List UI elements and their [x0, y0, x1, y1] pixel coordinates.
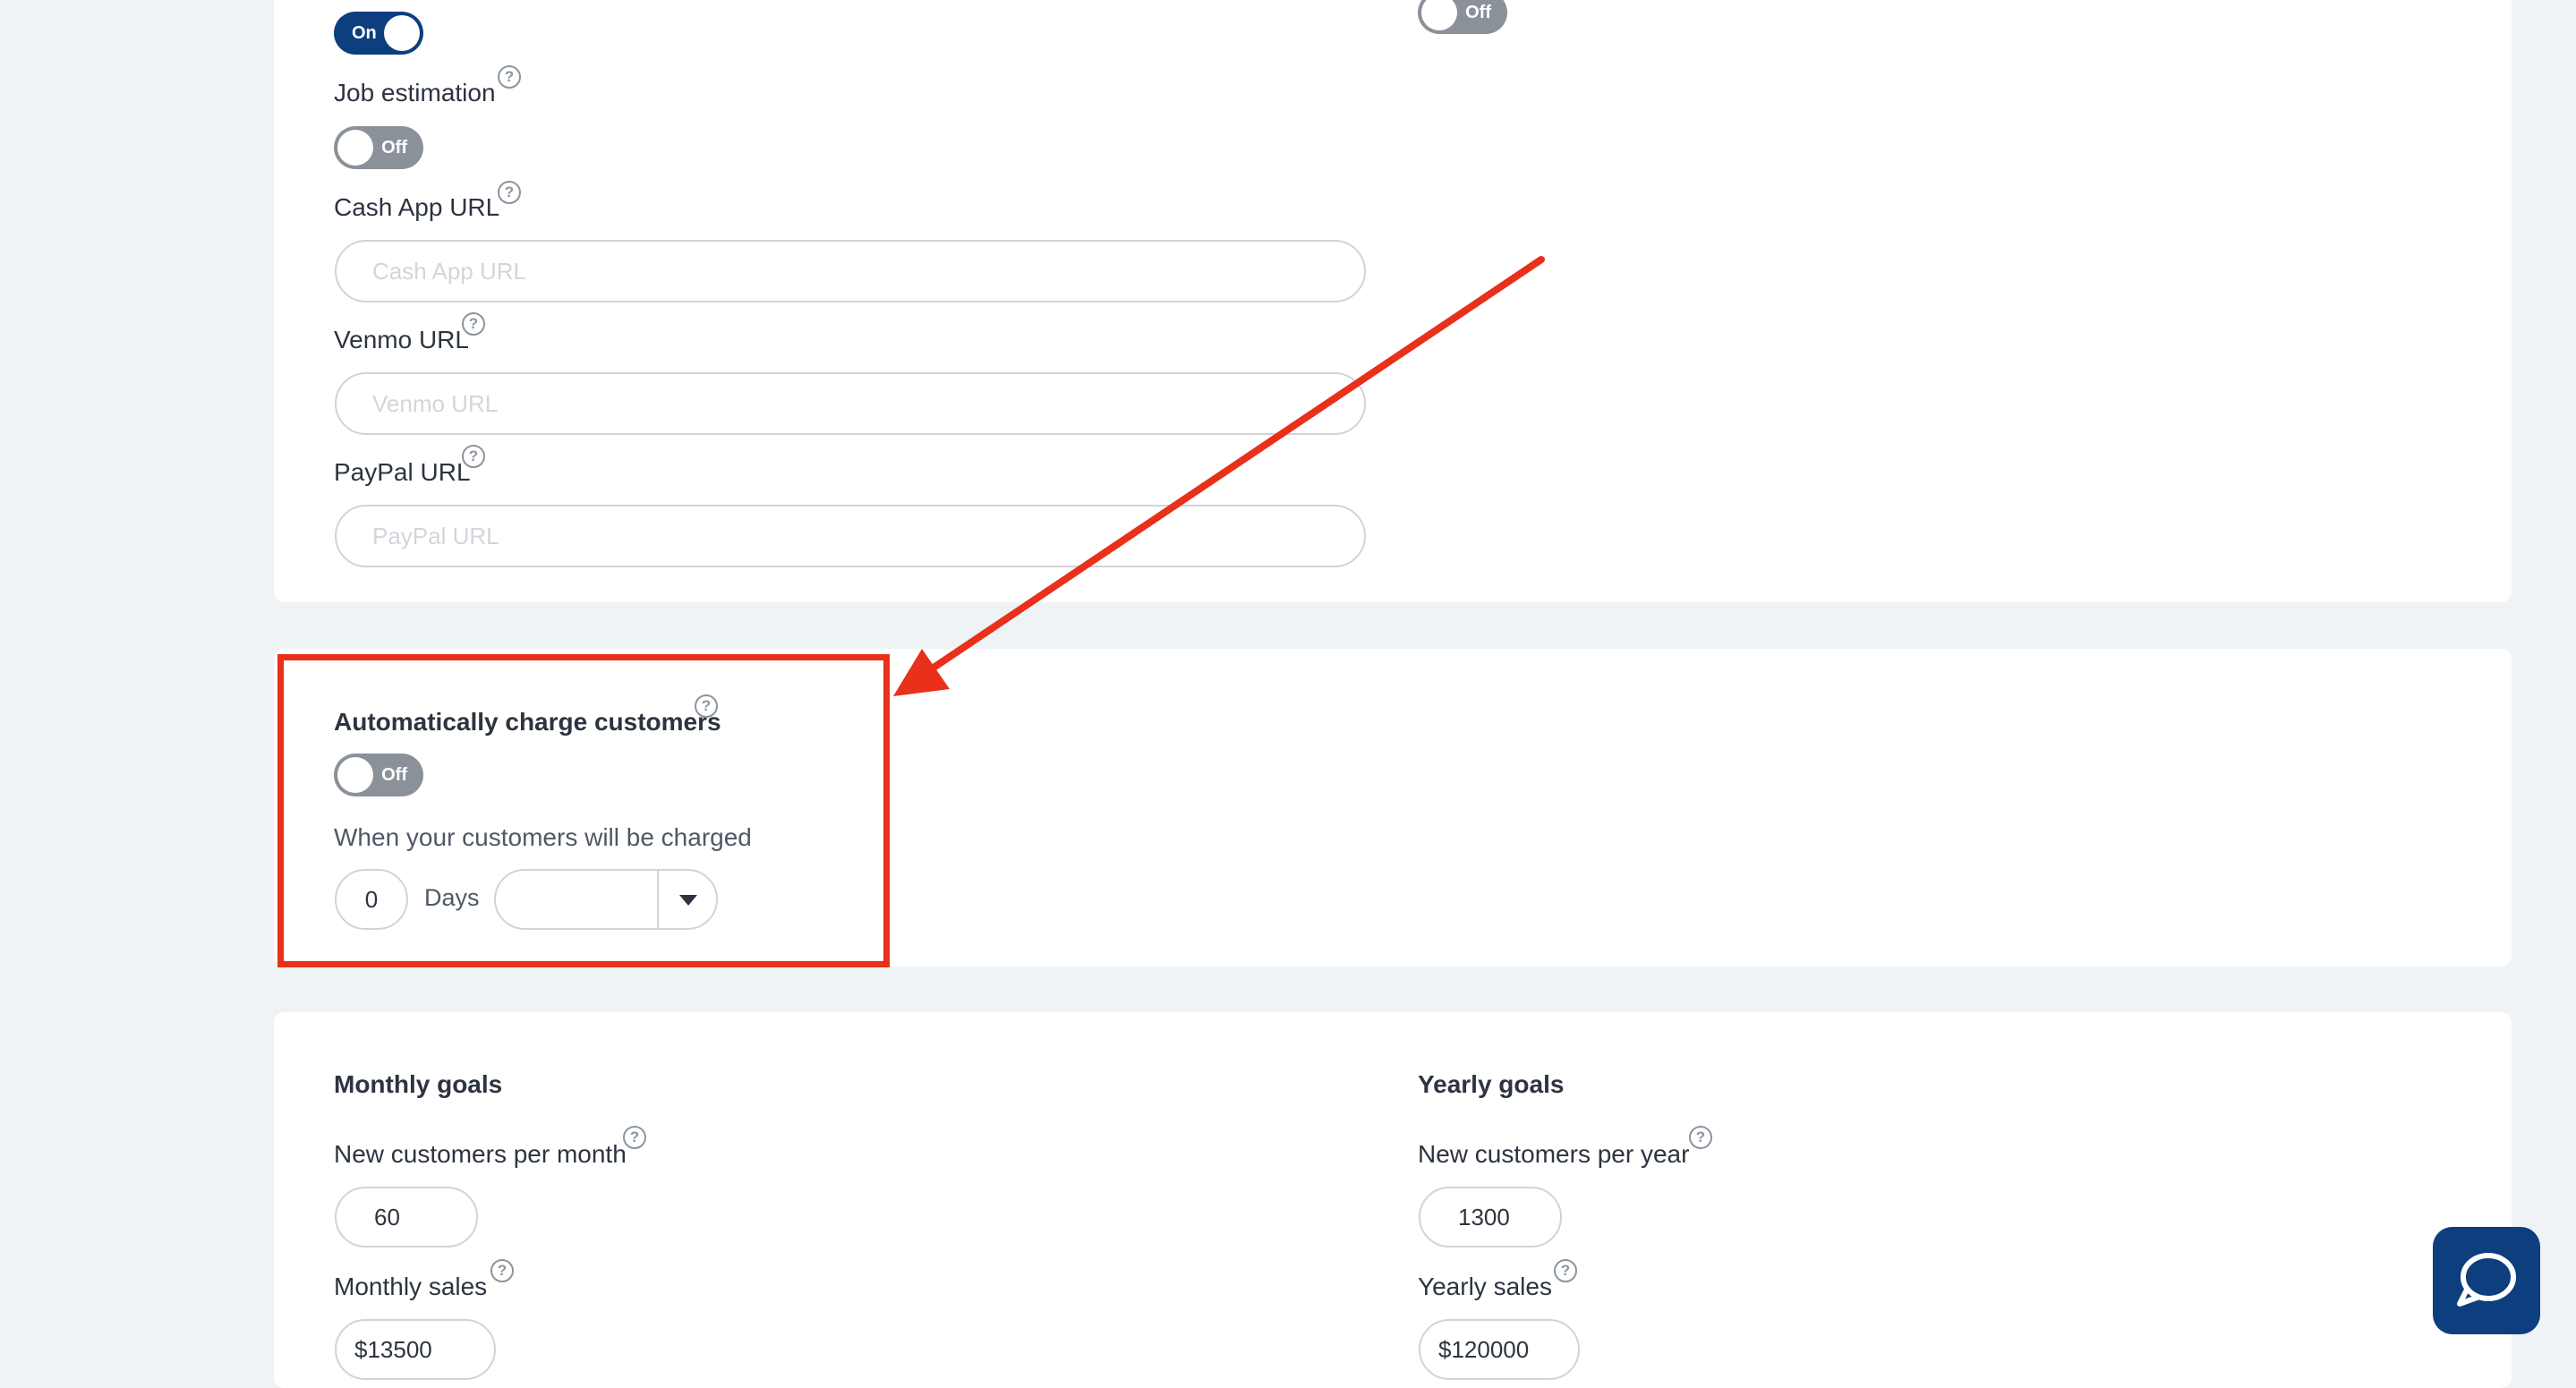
chat-bubble-icon — [2457, 1253, 2516, 1307]
red-arrow-icon — [893, 256, 1545, 696]
chat-launcher-button[interactable] — [2433, 1227, 2540, 1334]
